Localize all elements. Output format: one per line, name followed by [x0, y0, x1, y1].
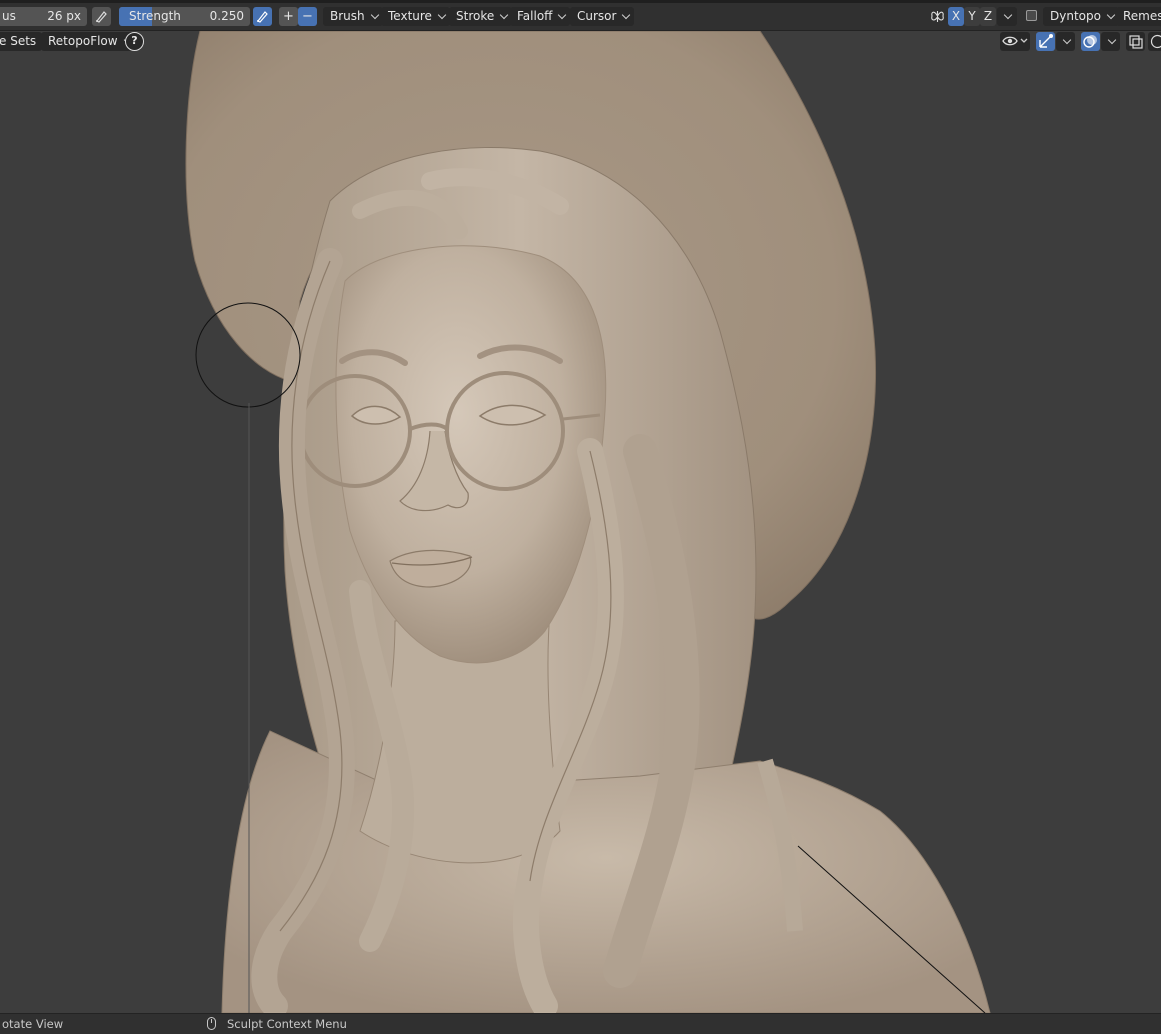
retopoflow-menu[interactable]: RetopoFlow [41, 32, 136, 51]
overlays-options-dropdown[interactable] [1101, 32, 1120, 51]
chevron-down-icon [500, 11, 508, 19]
texture-menu[interactable]: Texture [381, 7, 450, 26]
radius-value: 26 px [47, 9, 81, 23]
direction-subtract-button[interactable]: − [298, 7, 317, 26]
direction-add-button[interactable]: + [279, 7, 298, 26]
chevron-down-icon [622, 11, 630, 19]
help-icon[interactable]: ? [125, 32, 144, 51]
dyntopo-checkbox[interactable] [1026, 10, 1037, 21]
cursor-menu[interactable]: Cursor [570, 7, 634, 26]
gizmo-options-dropdown[interactable] [1056, 32, 1075, 51]
retopoflow-label: RetopoFlow [48, 34, 118, 48]
status-context-menu-hint: Sculpt Context Menu [227, 1017, 347, 1031]
chevron-down-icon [1108, 36, 1116, 44]
gizmo-icon[interactable] [1036, 32, 1055, 51]
status-bar: otate View Sculpt Context Menu [0, 1013, 1161, 1034]
overlays-icon[interactable] [1081, 32, 1100, 51]
falloff-menu-label: Falloff [517, 9, 552, 23]
sculpt-model-render [0, 31, 1161, 1013]
stroke-menu-label: Stroke [456, 9, 494, 23]
texture-menu-label: Texture [388, 9, 432, 23]
mouse-right-icon [207, 1017, 216, 1030]
radius-field[interactable]: us 26 px [0, 7, 87, 26]
chevron-down-icon [1063, 36, 1071, 44]
brush-menu-label: Brush [330, 9, 365, 23]
radius-label: us [2, 9, 16, 23]
symmetry-options-dropdown[interactable] [997, 7, 1017, 26]
chevron-down-icon [558, 11, 566, 19]
chevron-down-icon [1004, 11, 1012, 19]
tool-header: us 26 px Strength 0.250 + − Brush Textur… [0, 0, 1161, 31]
visibility-eye-icon[interactable] [1000, 32, 1030, 51]
strength-label: Strength [129, 9, 181, 23]
strength-field[interactable]: Strength 0.250 [119, 7, 250, 26]
remesh-label: Remesh [1123, 9, 1161, 23]
dyntopo-menu[interactable]: Dyntopo [1043, 7, 1119, 26]
strength-value: 0.250 [210, 9, 244, 23]
xray-toggle-icon[interactable] [1126, 32, 1145, 51]
chevron-down-icon [1107, 11, 1115, 19]
face-sets-menu[interactable]: e Sets [0, 32, 42, 51]
symmetry-y-button[interactable]: Y [964, 7, 980, 26]
remesh-menu[interactable]: Remesh [1116, 7, 1161, 26]
cursor-menu-label: Cursor [577, 9, 616, 23]
symmetry-butterfly-icon[interactable] [928, 7, 947, 26]
3d-viewport[interactable]: e Sets RetopoFlow ? [0, 31, 1161, 1013]
chevron-down-icon [370, 11, 378, 19]
brush-menu[interactable]: Brush [323, 7, 383, 26]
stroke-menu[interactable]: Stroke [449, 7, 512, 26]
falloff-menu[interactable]: Falloff [510, 7, 570, 26]
face-sets-label: e Sets [0, 34, 36, 48]
chevron-down-icon [438, 11, 446, 19]
dyntopo-label: Dyntopo [1050, 9, 1101, 23]
wireframe-shading-icon[interactable] [1148, 32, 1161, 51]
symmetry-z-button[interactable]: Z [980, 7, 996, 26]
pressure-radius-icon[interactable] [92, 7, 111, 26]
status-rotate-view-hint: otate View [2, 1017, 63, 1031]
symmetry-x-button[interactable]: X [948, 7, 964, 26]
pressure-strength-icon[interactable] [253, 7, 272, 26]
